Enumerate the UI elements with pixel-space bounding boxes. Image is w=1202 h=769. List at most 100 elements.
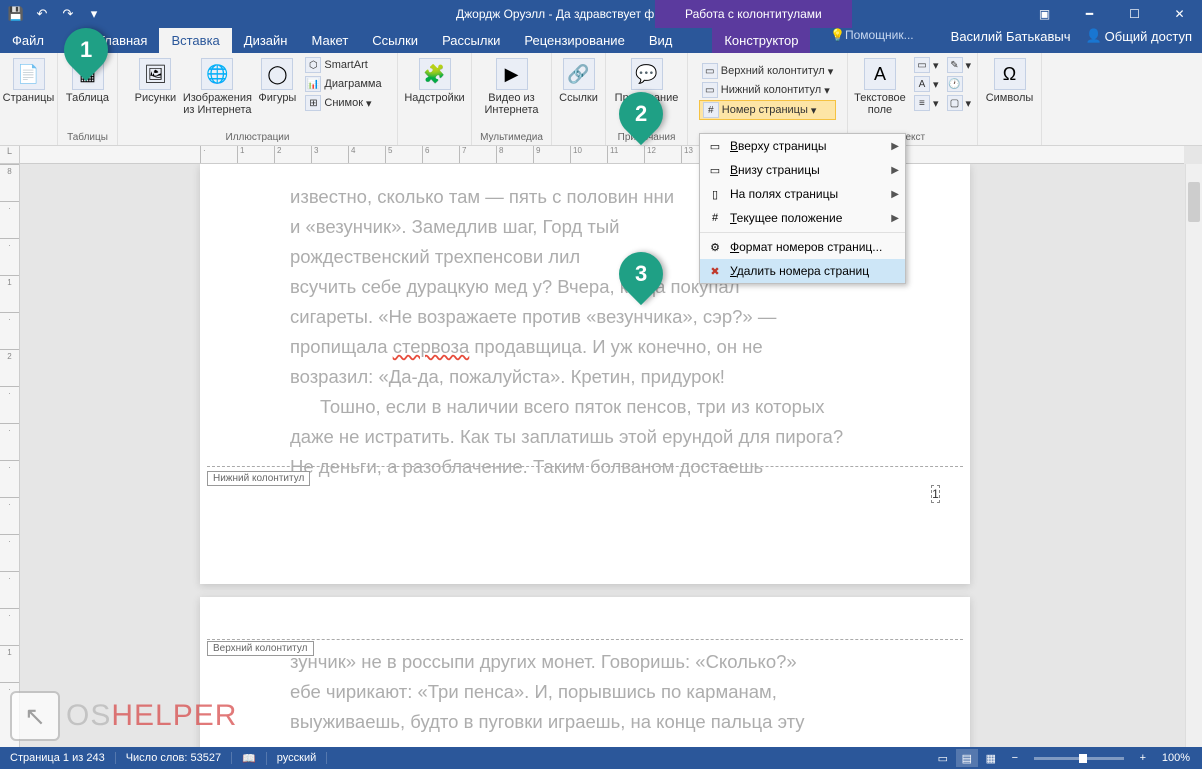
- cursor-icon: ↖: [10, 691, 60, 741]
- video-button[interactable]: ▶ Видео из Интернета: [478, 56, 546, 118]
- text-small-6[interactable]: ▢▾: [944, 94, 975, 112]
- undo-icon[interactable]: ↶: [32, 4, 52, 24]
- text-small-2[interactable]: A▾: [911, 75, 942, 93]
- online-pictures-label: Изображения из Интернета: [183, 92, 252, 116]
- scrollbar-thumb[interactable]: [1188, 182, 1200, 222]
- tab-file[interactable]: Файл: [0, 28, 56, 53]
- symbols-icon: Ω: [994, 58, 1026, 90]
- pictures-button[interactable]: 🖼 Рисунки: [130, 56, 180, 106]
- tab-insert[interactable]: Вставка: [159, 28, 231, 53]
- tab-review[interactable]: Рецензирование: [512, 28, 636, 53]
- tab-references[interactable]: Ссылки: [360, 28, 430, 53]
- header-boundary: [207, 639, 963, 640]
- chevron-right-icon: ▶: [891, 213, 899, 224]
- textbox-button[interactable]: A Текстовое поле: [851, 56, 909, 118]
- page-number-icon: #: [703, 102, 719, 118]
- tab-designer[interactable]: Конструктор: [712, 28, 810, 53]
- menu-remove-numbers[interactable]: ✖Удалить номера страниц: [700, 259, 905, 283]
- ruler-corner: L: [0, 146, 20, 164]
- menu-current-position[interactable]: #Текущее положение▶: [700, 206, 905, 230]
- footer-button[interactable]: ▭Нижний колонтитул▾: [699, 81, 836, 99]
- status-spellcheck-icon[interactable]: 📖: [232, 752, 267, 765]
- menu-icon: ▭: [706, 162, 724, 178]
- text-small-1[interactable]: ▭▾: [911, 56, 942, 74]
- menu-icon: #: [706, 210, 724, 226]
- quick-access-toolbar: 💾 ↶ ↷ ▾: [0, 4, 104, 24]
- tab-design[interactable]: Дизайн: [232, 28, 300, 53]
- tab-layout[interactable]: Макет: [299, 28, 360, 53]
- status-language[interactable]: русский: [267, 752, 327, 764]
- minimize-icon[interactable]: ━: [1067, 0, 1112, 28]
- tab-mailings[interactable]: Рассылки: [430, 28, 512, 53]
- chevron-right-icon: ▶: [891, 165, 899, 176]
- web-layout-icon[interactable]: ▦: [980, 749, 1002, 767]
- menu-page-margins[interactable]: ▯На полях страницы▶: [700, 182, 905, 206]
- video-label: Видео из Интернета: [480, 92, 544, 116]
- textbox-icon: A: [864, 58, 896, 90]
- header-button[interactable]: ▭Верхний колонтитул▾: [699, 62, 836, 80]
- table-label: Таблица: [66, 92, 109, 104]
- menu-separator: [700, 232, 905, 233]
- menu-icon: ▯: [706, 186, 724, 202]
- links-label: Ссылки: [559, 92, 598, 104]
- ribbon: 📄 Страницы ▦ Таблица Таблицы 🖼 Рисунки 🌐…: [0, 53, 1202, 146]
- page-text: зунчик» не в россыпи других монет. Говор…: [200, 597, 970, 747]
- qat-dropdown-icon[interactable]: ▾: [84, 4, 104, 24]
- user-name[interactable]: Василий Батькавыч: [951, 29, 1071, 44]
- vertical-ruler[interactable]: 8··1·2·······1·: [0, 164, 20, 747]
- page-number-menu: ▭Вверху страницы▶ ▭Внизу страницы▶ ▯На п…: [699, 133, 906, 284]
- pages-icon: 📄: [13, 58, 45, 90]
- symbols-button[interactable]: Ω Символы: [982, 56, 1038, 106]
- menu-bottom-of-page[interactable]: ▭Внизу страницы▶: [700, 158, 905, 182]
- zoom-out-icon[interactable]: −: [1004, 749, 1026, 767]
- text-small-5[interactable]: 🕐: [944, 75, 975, 93]
- ribbon-options-icon[interactable]: ▣: [1022, 0, 1067, 28]
- status-words[interactable]: Число слов: 53527: [116, 752, 232, 764]
- context-tab-title: Работа с колонтитулами: [655, 0, 852, 28]
- watermark: ↖ OSHELPER: [10, 691, 237, 741]
- share-button[interactable]: 👤 Общий доступ: [1085, 28, 1192, 44]
- tell-me-label: Помощник...: [845, 28, 914, 42]
- addins-label: Надстройки: [404, 92, 464, 104]
- comment-icon: 💬: [631, 58, 663, 90]
- page-number-field[interactable]: 1: [931, 485, 940, 503]
- horizontal-ruler[interactable]: ·123456789101112131415161718: [20, 146, 1184, 164]
- document-area: L ·123456789101112131415161718 8··1·2···…: [0, 146, 1202, 747]
- text-small-4[interactable]: ✎▾: [944, 56, 975, 74]
- close-icon[interactable]: ✕: [1157, 0, 1202, 28]
- redo-icon[interactable]: ↷: [58, 4, 78, 24]
- page-2[interactable]: Верхний колонтитул зунчик» не в россыпи …: [200, 597, 970, 747]
- status-bar: Страница 1 из 243 Число слов: 53527 📖 ру…: [0, 747, 1202, 769]
- tab-view[interactable]: Вид: [637, 28, 685, 53]
- shapes-button[interactable]: ◯ Фигуры: [254, 56, 300, 106]
- status-page[interactable]: Страница 1 из 243: [0, 752, 116, 764]
- save-icon[interactable]: 💾: [6, 4, 26, 24]
- chevron-right-icon: ▶: [891, 189, 899, 200]
- menu-icon: ▭: [706, 138, 724, 154]
- links-button[interactable]: 🔗 Ссылки: [555, 56, 603, 106]
- menu-format-numbers[interactable]: ⚙Формат номеров страниц...: [700, 235, 905, 259]
- maximize-icon[interactable]: ☐: [1112, 0, 1157, 28]
- zoom-slider[interactable]: [1034, 757, 1124, 760]
- chart-button[interactable]: 📊Диаграмма: [302, 75, 384, 93]
- zoom-in-icon[interactable]: +: [1132, 749, 1154, 767]
- text-small-3[interactable]: ≡▾: [911, 94, 942, 112]
- group-tables: Таблицы: [67, 131, 108, 143]
- tell-me-search[interactable]: 💡 Помощник...: [830, 28, 914, 42]
- read-mode-icon[interactable]: ▭: [932, 749, 954, 767]
- print-layout-icon[interactable]: ▤: [956, 749, 978, 767]
- spelling-error: стервоза: [393, 336, 470, 357]
- screenshot-button[interactable]: ⊞Снимок▾: [302, 94, 384, 112]
- shapes-icon: ◯: [261, 58, 293, 90]
- zoom-handle[interactable]: [1079, 754, 1087, 763]
- addins-button[interactable]: 🧩 Надстройки: [402, 56, 468, 106]
- online-pictures-button[interactable]: 🌐 Изображения из Интернета: [182, 56, 252, 118]
- page-number-button[interactable]: #Номер страницы▾: [699, 100, 836, 120]
- header-tag: Верхний колонтитул: [207, 641, 314, 656]
- zoom-level[interactable]: 100%: [1156, 752, 1196, 764]
- vertical-scrollbar[interactable]: [1185, 164, 1202, 747]
- smartart-button[interactable]: ⬡SmartArt: [302, 56, 384, 74]
- pages-button[interactable]: 📄 Страницы: [4, 56, 54, 106]
- menu-bar: Файл Главная Вставка Дизайн Макет Ссылки…: [0, 28, 1202, 53]
- menu-top-of-page[interactable]: ▭Вверху страницы▶: [700, 134, 905, 158]
